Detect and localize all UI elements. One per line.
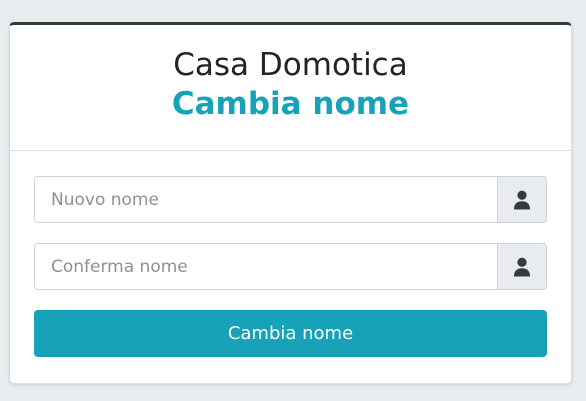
confirm-name-group <box>34 243 547 290</box>
new-name-input[interactable] <box>34 176 497 223</box>
card-header: Casa Domotica Cambia nome <box>10 25 571 151</box>
new-name-addon <box>497 176 547 223</box>
page-title: Cambia nome <box>171 86 410 122</box>
user-icon <box>514 190 530 209</box>
change-name-card: Casa Domotica Cambia nome Cambia nome <box>9 22 572 384</box>
confirm-name-input[interactable] <box>34 243 497 290</box>
change-name-button[interactable]: Cambia nome <box>34 310 547 357</box>
change-name-form: Cambia nome <box>10 151 571 357</box>
user-icon <box>514 257 530 276</box>
new-name-group <box>34 176 547 223</box>
confirm-name-addon <box>497 243 547 290</box>
app-title: Casa Domotica <box>173 47 408 83</box>
